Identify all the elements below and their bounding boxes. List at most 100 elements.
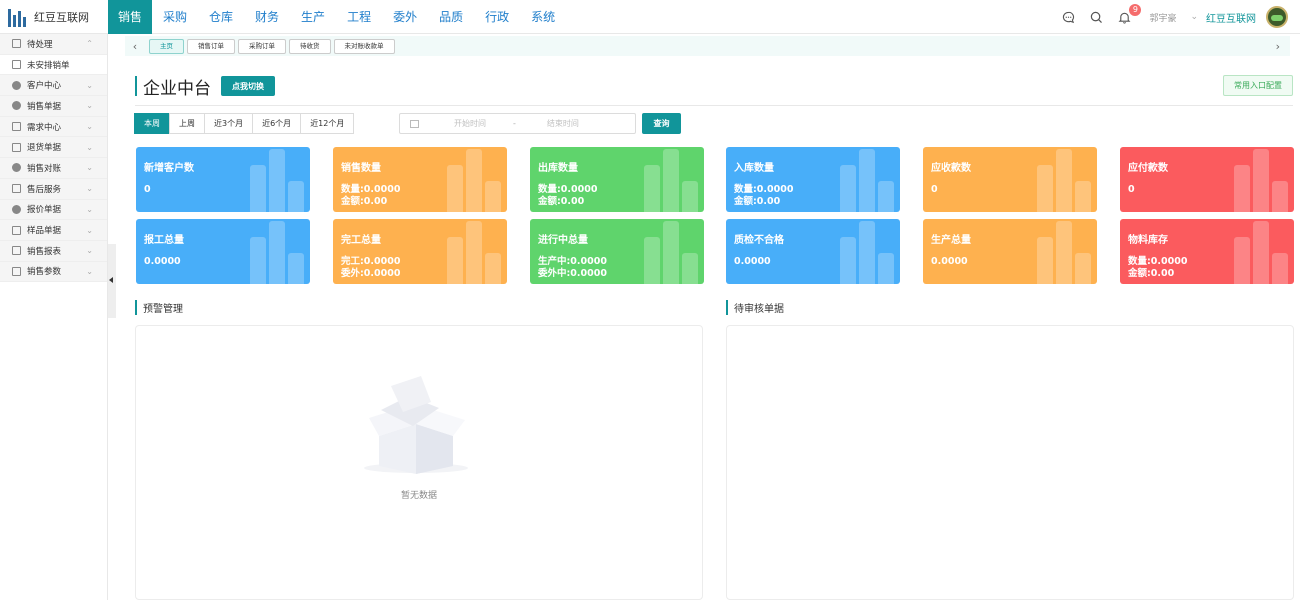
chevron-down-icon: ⌄ bbox=[86, 142, 93, 152]
nav-item-warehouse[interactable]: 仓库 bbox=[198, 0, 244, 34]
pie-icon bbox=[12, 204, 21, 214]
document-icon bbox=[12, 39, 21, 49]
chevron-down-icon: ⌄ bbox=[86, 163, 93, 173]
pending-section-title: 待审核单据 bbox=[726, 300, 784, 315]
start-date-input[interactable]: 开始时间 bbox=[445, 118, 495, 129]
stat-card-in-progress[interactable]: 进行中总量 生产中:0.0000 委外中:0.0000 bbox=[530, 219, 704, 284]
period-12-months[interactable]: 近12个月 bbox=[300, 113, 355, 134]
chevron-down-icon: ⌄ bbox=[86, 246, 93, 256]
search-icon[interactable] bbox=[1085, 6, 1107, 28]
period-this-week[interactable]: 本周 bbox=[134, 113, 170, 134]
bars-decoration-icon bbox=[840, 149, 894, 212]
settings-icon bbox=[12, 266, 21, 276]
message-icon[interactable] bbox=[1057, 6, 1079, 28]
nav-item-admin[interactable]: 行政 bbox=[474, 0, 520, 34]
stat-card-payables[interactable]: 应付款数 0 bbox=[1120, 147, 1294, 212]
stat-card-qc-failed[interactable]: 质检不合格 0.0000 bbox=[726, 219, 900, 284]
sidebar-item-demand-center[interactable]: 需求中心 ⌄ bbox=[0, 116, 107, 138]
sidebar-item-sales-params[interactable]: 销售参数 ⌄ bbox=[0, 261, 107, 283]
warning-section-title: 预警管理 bbox=[135, 300, 183, 315]
nav-item-production[interactable]: 生产 bbox=[290, 0, 336, 34]
sidebar-item-sales-reports[interactable]: 销售报表 ⌄ bbox=[0, 240, 107, 262]
stat-card-receivables[interactable]: 应收款数 0 bbox=[923, 147, 1097, 212]
service-icon bbox=[12, 184, 21, 194]
sidebar-item-unscheduled-orders[interactable]: 未安排销单 bbox=[0, 54, 107, 76]
chevron-down-icon: ⌄ bbox=[86, 101, 93, 111]
end-date-input[interactable]: 结束时间 bbox=[538, 118, 588, 129]
chevron-down-icon: ⌄ bbox=[86, 184, 93, 194]
bars-decoration-icon bbox=[1037, 221, 1091, 284]
stat-card-new-customers[interactable]: 新增客户数 0 bbox=[136, 147, 310, 212]
user-icon bbox=[12, 80, 21, 90]
stat-card-inbound-quantity[interactable]: 入库数量 数量:0.0000 金额:0.00 bbox=[726, 147, 900, 212]
main-nav: 销售 采购 仓库 财务 生产 工程 委外 品质 行政 系统 bbox=[108, 0, 566, 34]
stat-card-material-stock[interactable]: 物料库存 数量:0.0000 金额:0.00 bbox=[1120, 219, 1294, 284]
stat-card-completed[interactable]: 完工总量 完工:0.0000 委外:0.0000 bbox=[333, 219, 507, 284]
tab-home[interactable]: 主页 bbox=[149, 38, 184, 54]
sidebar-item-label: 销售单据 bbox=[27, 101, 62, 112]
tab-to-receive[interactable]: 待收货 bbox=[289, 38, 331, 54]
sidebar-item-label: 客户中心 bbox=[27, 81, 62, 92]
bars-decoration-icon bbox=[1234, 149, 1288, 212]
period-3-months[interactable]: 近3个月 bbox=[204, 113, 254, 134]
sidebar-item-return-docs[interactable]: 退货单据 ⌄ bbox=[0, 137, 107, 159]
stat-card-production-total[interactable]: 生产总量 0.0000 bbox=[923, 219, 1097, 284]
user-name[interactable]: 郭宇豪 bbox=[1149, 11, 1176, 24]
chevron-down-icon: ⌄ bbox=[86, 204, 93, 214]
nav-item-engineering[interactable]: 工程 bbox=[336, 0, 382, 34]
chevron-right-icon[interactable]: › bbox=[1276, 40, 1280, 53]
nav-item-system[interactable]: 系统 bbox=[520, 0, 566, 34]
coin-icon bbox=[12, 163, 21, 173]
stat-card-work-report[interactable]: 报工总量 0.0000 bbox=[136, 219, 310, 284]
period-last-week[interactable]: 上周 bbox=[169, 113, 205, 134]
stat-card-outbound-quantity[interactable]: 出库数量 数量:0.0000 金额:0.00 bbox=[530, 147, 704, 212]
sidebar-collapse-handle[interactable] bbox=[108, 244, 116, 318]
tab-purchase-order[interactable]: 采购订单 bbox=[238, 38, 286, 54]
sidebar-item-pending[interactable]: 待处理 ⌃ bbox=[0, 34, 107, 55]
nav-item-purchase[interactable]: 采购 bbox=[152, 0, 198, 34]
nav-item-outsourcing[interactable]: 委外 bbox=[382, 0, 428, 34]
sidebar-item-quotation-docs[interactable]: 报价单据 ⌄ bbox=[0, 199, 107, 221]
divider bbox=[135, 105, 1293, 106]
chevron-down-icon: ⌄ bbox=[86, 122, 93, 132]
sidebar-item-label: 需求中心 bbox=[27, 122, 62, 133]
chevron-left-icon[interactable]: ‹ bbox=[125, 40, 145, 53]
tab-unreconciled-receipts[interactable]: 未对账收款单 bbox=[333, 38, 395, 54]
query-button[interactable]: 查询 bbox=[642, 113, 681, 134]
sidebar-item-customer-center[interactable]: 客户中心 ⌄ bbox=[0, 75, 107, 97]
warning-panel: 暂无数据 bbox=[135, 325, 703, 600]
chevron-down-icon: ⌄ bbox=[86, 80, 93, 90]
sidebar-item-sample-docs[interactable]: 样品单据 ⌄ bbox=[0, 220, 107, 241]
bell-icon[interactable]: 9 bbox=[1113, 4, 1142, 28]
avatar[interactable] bbox=[1266, 6, 1288, 28]
range-separator: - bbox=[513, 119, 516, 128]
date-range-picker[interactable]: 开始时间 - 结束时间 bbox=[399, 113, 636, 134]
stat-card-sales-quantity[interactable]: 销售数量 数量:0.0000 金额:0.00 bbox=[333, 147, 507, 212]
chevron-down-icon: ⌄ bbox=[86, 266, 93, 276]
tab-sales-order[interactable]: 销售订单 bbox=[187, 38, 235, 54]
bars-decoration-icon bbox=[447, 221, 501, 284]
nav-item-quality[interactable]: 品质 bbox=[428, 0, 474, 34]
section-title-text: 待审核单据 bbox=[734, 304, 784, 315]
company-name[interactable]: 红豆互联网 bbox=[1206, 10, 1256, 25]
sidebar-item-label: 未安排销单 bbox=[27, 60, 70, 71]
sidebar-item-label: 退货单据 bbox=[27, 143, 62, 154]
switch-button[interactable]: 点我切换 bbox=[221, 76, 275, 96]
chevron-up-icon: ⌃ bbox=[86, 39, 93, 49]
period-6-months[interactable]: 近6个月 bbox=[252, 113, 302, 134]
header-actions: 9 郭宇豪 ⌄ 红豆互联网 bbox=[1055, 0, 1300, 34]
bars-decoration-icon bbox=[250, 149, 304, 212]
sidebar-item-label: 销售对账 bbox=[27, 163, 62, 174]
nav-item-finance[interactable]: 财务 bbox=[244, 0, 290, 34]
sidebar-item-after-sales[interactable]: 售后服务 ⌄ bbox=[0, 178, 107, 200]
document-icon bbox=[12, 60, 21, 70]
bars-decoration-icon bbox=[644, 149, 698, 212]
chevron-down-icon[interactable]: ⌄ bbox=[1190, 12, 1198, 22]
sidebar-item-sales-reconciliation[interactable]: 销售对账 ⌄ bbox=[0, 158, 107, 179]
brand[interactable]: 红豆互联网 bbox=[0, 0, 108, 34]
shortcut-config-button[interactable]: 常用入口配置 bbox=[1223, 75, 1293, 96]
logo-icon bbox=[8, 7, 28, 27]
nav-item-sales[interactable]: 销售 bbox=[108, 0, 152, 34]
sidebar-item-sales-docs[interactable]: 销售单据 ⌄ bbox=[0, 96, 107, 117]
bars-decoration-icon bbox=[840, 221, 894, 284]
